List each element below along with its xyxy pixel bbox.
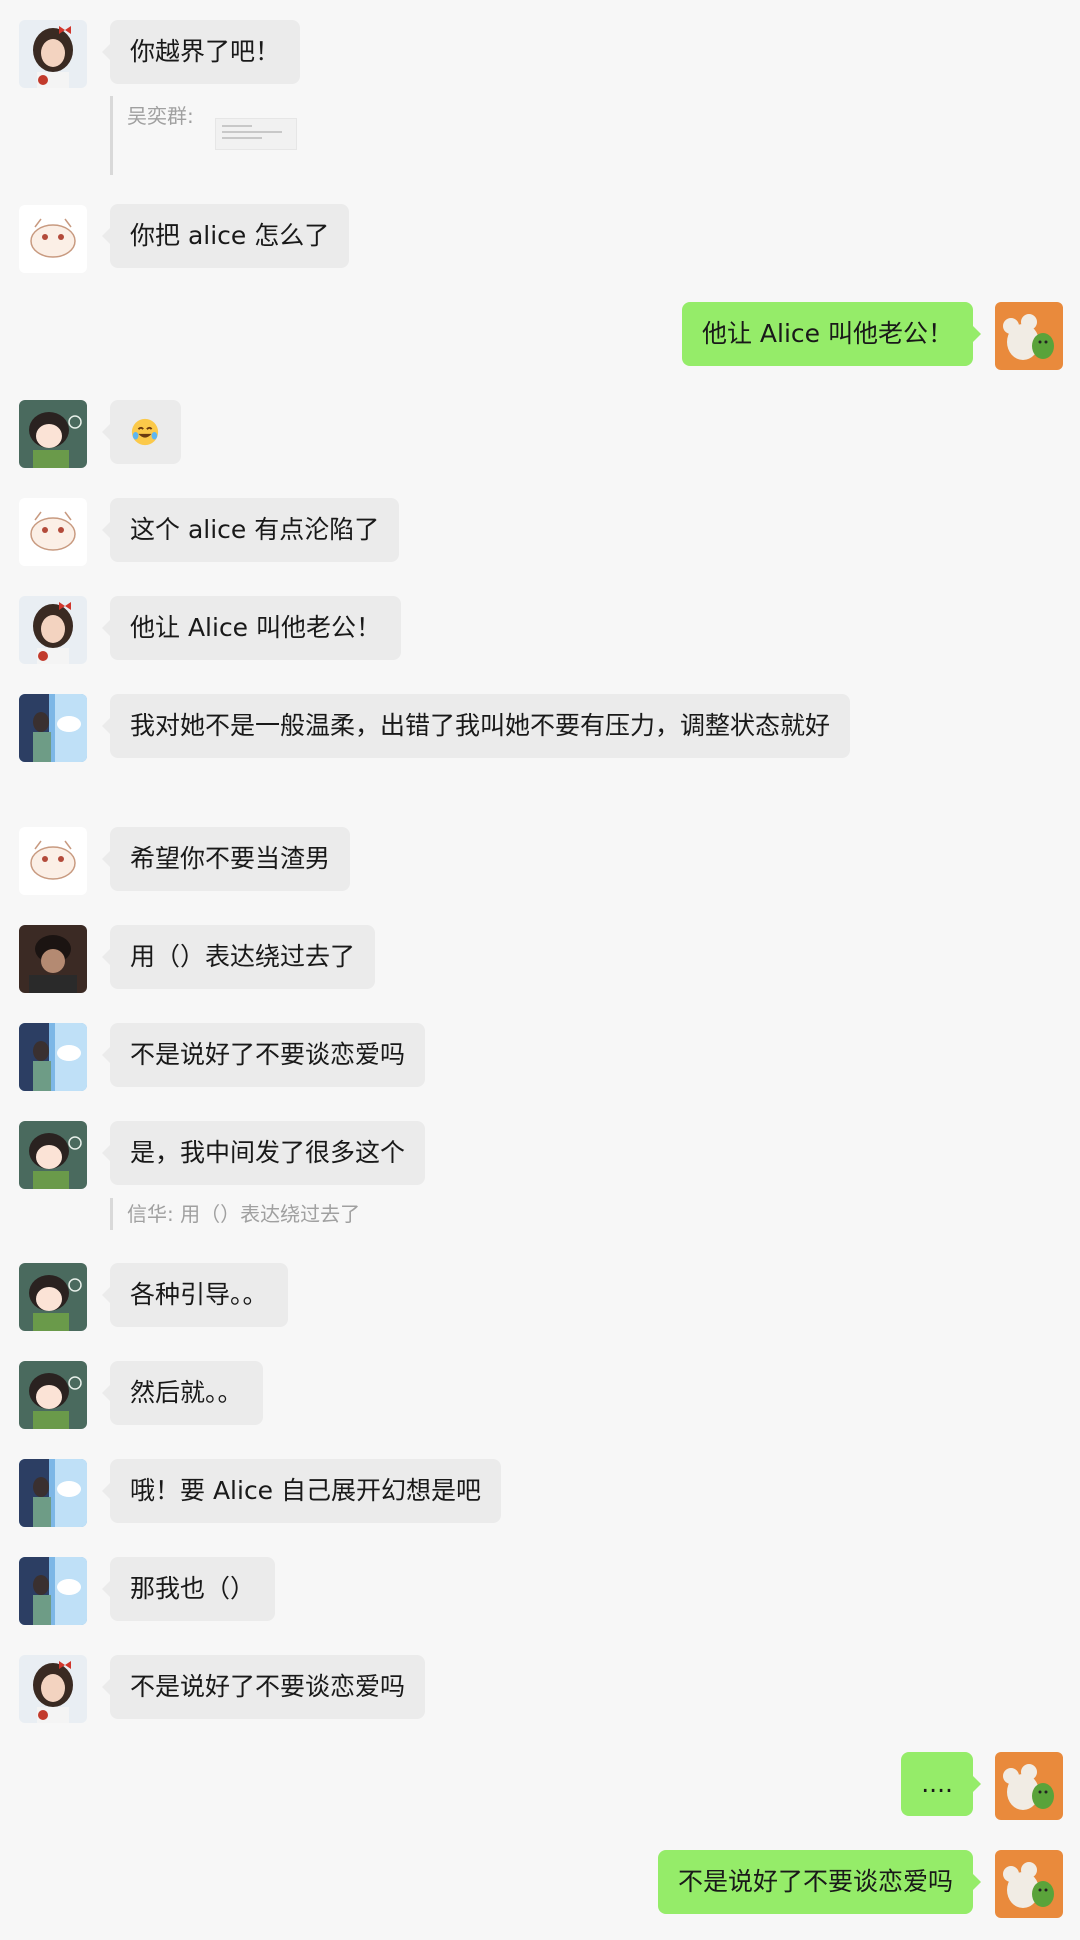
message-bubble-own[interactable]: 不是说好了不要谈恋爱吗	[657, 1850, 982, 1914]
avatar-window-sky[interactable]	[19, 1023, 87, 1091]
message-bubble-own[interactable]: 他让 Alice 叫他老公！	[681, 302, 982, 366]
avatar-window-sky[interactable]	[19, 1459, 87, 1527]
avatar-girl-red-bow[interactable]	[19, 596, 87, 664]
message-bubble[interactable]: 用（）表达绕过去了	[101, 925, 376, 989]
avatar-mouse-cactus[interactable]	[995, 1850, 1063, 1918]
quote-sender: 吴奕群:	[127, 104, 194, 128]
message-bubble-own[interactable]: ....	[901, 1752, 981, 1816]
chat-message-list: 你越界了吧！ 吴奕群: 你把 alice 怎么了 他让 Alice 叫他老公！ …	[0, 0, 1080, 1940]
avatar-sketch-animal[interactable]	[19, 827, 87, 895]
avatar-window-sky[interactable]	[19, 1557, 87, 1625]
avatar-sketch-animal[interactable]	[19, 205, 87, 273]
avatar-mouse-cactus[interactable]	[995, 302, 1063, 370]
message-bubble[interactable]: 那我也（）	[101, 1557, 276, 1621]
message-bubble[interactable]: 不是说好了不要谈恋爱吗	[101, 1023, 426, 1087]
avatar-chalkboard-boy[interactable]	[19, 1263, 87, 1331]
message-bubble[interactable]: 然后就。。	[102, 1361, 263, 1425]
avatar-girl-red-bow[interactable]	[19, 20, 87, 88]
avatar-chalkboard-boy[interactable]	[19, 1361, 87, 1429]
avatar-girl-red-bow[interactable]	[19, 1655, 87, 1723]
laughing-crying-emoji-icon	[131, 418, 159, 446]
message-bubble[interactable]: 不是说好了不要谈恋爱吗	[101, 1655, 426, 1719]
avatar-sketch-animal[interactable]	[19, 498, 87, 566]
message-bubble[interactable]: 希望你不要当渣男	[101, 827, 351, 891]
message-bubble-emoji[interactable]	[102, 400, 181, 464]
avatar-window-sky[interactable]	[19, 694, 87, 762]
quoted-message[interactable]: 信华: 用（）表达绕过去了	[110, 1198, 360, 1230]
quoted-image-thumbnail[interactable]	[215, 118, 297, 150]
quoted-message[interactable]: 吴奕群:	[110, 96, 194, 175]
avatar-dark-photo[interactable]	[19, 925, 87, 993]
message-bubble[interactable]: 哦！要 Alice 自己展开幻想是吧	[101, 1459, 502, 1523]
message-bubble[interactable]: 各种引导。。	[102, 1263, 288, 1327]
avatar-chalkboard-boy[interactable]	[19, 400, 87, 468]
quote-text: 信华: 用（）表达绕过去了	[127, 1202, 361, 1226]
avatar-mouse-cactus[interactable]	[995, 1752, 1063, 1820]
avatar-chalkboard-boy[interactable]	[19, 1121, 87, 1189]
message-bubble[interactable]: 这个 alice 有点沦陷了	[101, 498, 400, 562]
message-bubble[interactable]: 他让 Alice 叫他老公！	[101, 596, 402, 660]
message-bubble[interactable]: 我对她不是一般温柔，出错了我叫她不要有压力，调整状态就好	[101, 694, 851, 758]
message-bubble[interactable]: 是，我中间发了很多这个	[101, 1121, 426, 1185]
message-bubble[interactable]: 你把 alice 怎么了	[101, 204, 350, 268]
message-bubble[interactable]: 你越界了吧！	[101, 20, 301, 84]
